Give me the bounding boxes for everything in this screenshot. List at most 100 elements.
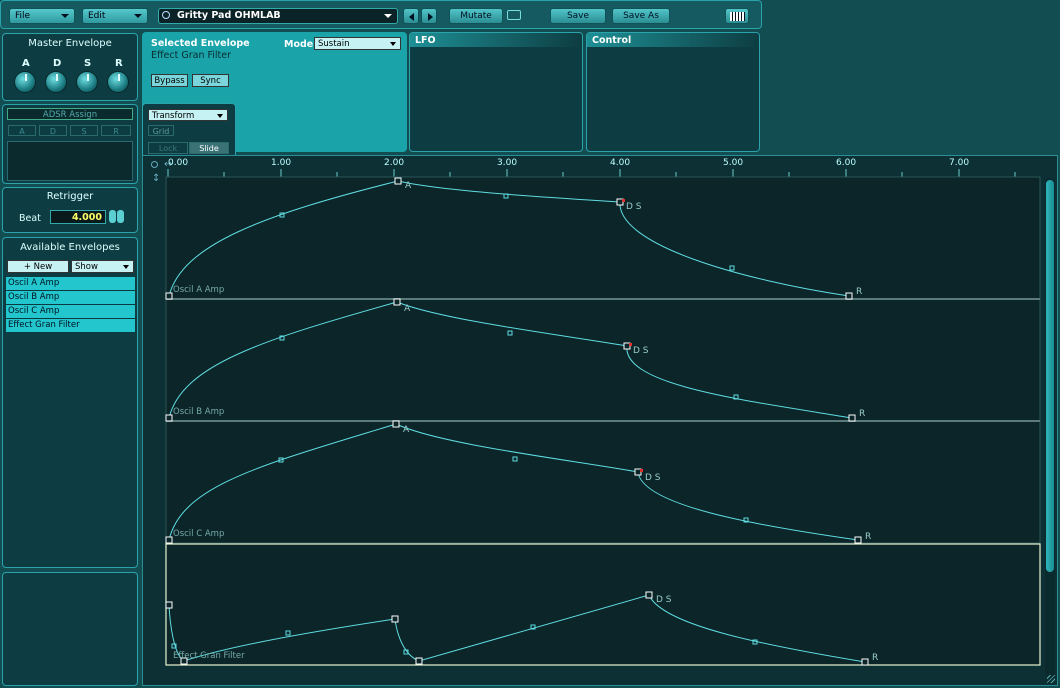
- envelope-node[interactable]: [394, 177, 402, 185]
- envelope-node[interactable]: [854, 536, 862, 544]
- envelope-node[interactable]: [165, 292, 173, 300]
- envelope-node[interactable]: [848, 414, 856, 422]
- bottom-left-panel: [2, 572, 138, 686]
- chevron-down-icon: [390, 42, 396, 46]
- decay-knob[interactable]: [45, 71, 67, 93]
- list-item[interactable]: Oscil A Amp: [6, 277, 135, 291]
- sustain-marker: [629, 343, 632, 346]
- control-label: Control: [592, 35, 632, 46]
- new-envelope-button[interactable]: + New: [7, 260, 69, 273]
- slide-button[interactable]: Slide: [189, 142, 229, 154]
- beat-value: 4.000: [71, 212, 102, 223]
- edit-menu[interactable]: Edit: [82, 8, 148, 24]
- preset-selector[interactable]: Gritty Pad OHMLAB: [158, 8, 398, 24]
- tab-control[interactable]: Control: [587, 33, 759, 47]
- node-label-r: R: [856, 287, 862, 297]
- lane-name: Oscil C Amp: [173, 529, 224, 539]
- mode-dropdown[interactable]: Sustain: [314, 37, 401, 50]
- envelope-node[interactable]: [845, 292, 853, 300]
- transform-dropdown[interactable]: Transform: [148, 109, 228, 121]
- knob-s-label: S: [84, 58, 92, 69]
- assign-r-button[interactable]: R: [101, 125, 131, 136]
- save-as-button[interactable]: Save As: [612, 8, 670, 24]
- envelope-node[interactable]: [861, 658, 869, 666]
- sustain-marker: [640, 469, 643, 472]
- envelope-lane-3[interactable]: [165, 420, 1041, 544]
- next-preset-button[interactable]: [421, 8, 437, 24]
- retrigger-title: Retrigger: [46, 191, 94, 202]
- sync-button[interactable]: Sync: [192, 74, 229, 87]
- envelope-node[interactable]: [392, 420, 400, 428]
- beat-stepper[interactable]: [109, 210, 127, 224]
- previous-preset-button[interactable]: [403, 8, 419, 24]
- new-envelope-label: + New: [23, 262, 53, 272]
- list-item[interactable]: Oscil C Amp: [6, 305, 135, 319]
- lane-name: Oscil B Amp: [173, 407, 224, 417]
- stepper-icon: [117, 210, 124, 223]
- control-panel: Control: [586, 32, 760, 152]
- envelope-node[interactable]: [165, 601, 173, 609]
- knob-a-label: A: [22, 58, 30, 69]
- tab-lfo[interactable]: LFO: [410, 33, 582, 47]
- list-item[interactable]: Effect Gran Filter: [6, 319, 135, 333]
- lane-name: Oscil A Amp: [173, 285, 224, 295]
- envelope-node[interactable]: [393, 298, 401, 306]
- adsr-assign-title: ADSR Assign: [7, 108, 133, 120]
- mutate-button[interactable]: Mutate: [449, 8, 503, 24]
- available-envelopes-title: Available Envelopes: [20, 242, 120, 253]
- top-toolbar: File Edit Gritty Pad OHMLAB Mutate Save …: [0, 0, 762, 29]
- lock-button[interactable]: Lock: [148, 142, 188, 154]
- envelope-node[interactable]: [415, 657, 423, 665]
- chevron-right-icon: [428, 13, 433, 21]
- envelope-node[interactable]: [645, 591, 653, 599]
- envelope-lane-2[interactable]: [165, 298, 1041, 422]
- attack-knob[interactable]: [14, 71, 36, 93]
- grid-button[interactable]: Grid: [148, 125, 174, 136]
- assign-s-button[interactable]: S: [70, 125, 98, 136]
- retrigger-panel: Retrigger Beat 4.000: [2, 187, 138, 233]
- list-item[interactable]: Oscil B Amp: [6, 291, 135, 305]
- ruler-ticks: [166, 169, 1040, 178]
- envelope-canvas[interactable]: A D S R A D S R A D S R D S R Oscil A Am…: [142, 155, 1058, 686]
- chevron-down-icon: [217, 114, 223, 118]
- envelope-node[interactable]: [165, 536, 173, 544]
- assign-d-button[interactable]: D: [39, 125, 67, 136]
- transform-panel: Transform Grid Lock Slide: [142, 103, 236, 158]
- node-label-a: A: [404, 304, 411, 314]
- bypass-label: Bypass: [154, 76, 185, 86]
- assign-a-button[interactable]: A: [8, 125, 36, 136]
- file-menu[interactable]: File: [9, 8, 75, 24]
- knob-d-label: D: [53, 58, 62, 69]
- envelope-lane-1[interactable]: [165, 176, 1041, 300]
- mutate-options-icon[interactable]: [507, 10, 521, 20]
- beat-label: Beat: [19, 213, 41, 224]
- show-label: Show: [75, 262, 98, 272]
- save-button[interactable]: Save: [550, 8, 606, 24]
- envelope-node[interactable]: [391, 615, 399, 623]
- envelope-editor: ↔ ↕ 0.00 1.00 2.00 3.00 4.00 5.00 6.00 7…: [142, 155, 1058, 686]
- sustain-knob[interactable]: [76, 71, 98, 93]
- envelope-lane-4-selected[interactable]: [165, 543, 1041, 666]
- chevron-down-icon: [123, 265, 129, 269]
- master-envelope-panel: Master Envelope A D S R: [2, 33, 138, 101]
- mutate-label: Mutate: [460, 11, 492, 21]
- save-label: Save: [566, 11, 590, 21]
- keyboard-icon: [730, 12, 745, 21]
- selected-envelope-name: Effect Gran Filter: [151, 50, 232, 61]
- envelope-node[interactable]: [165, 414, 173, 422]
- node-label-a: A: [403, 425, 410, 435]
- resize-grip-icon[interactable]: [1047, 675, 1055, 683]
- beat-value-field[interactable]: 4.000: [50, 210, 106, 224]
- release-knob[interactable]: [107, 71, 129, 93]
- keyboard-button[interactable]: [725, 8, 749, 24]
- lane-name: Effect Gran Filter: [173, 651, 245, 661]
- search-icon: [162, 11, 170, 19]
- show-dropdown[interactable]: Show: [71, 260, 134, 273]
- master-envelope-title: Master Envelope: [28, 38, 112, 49]
- stepper-icon: [109, 210, 116, 223]
- bypass-button[interactable]: Bypass: [151, 74, 188, 87]
- node-label-r: R: [865, 532, 871, 542]
- file-menu-label: File: [15, 11, 31, 21]
- sustain-marker: [622, 199, 625, 202]
- envelope-list: Oscil A Amp Oscil B Amp Oscil C Amp Effe…: [6, 277, 135, 333]
